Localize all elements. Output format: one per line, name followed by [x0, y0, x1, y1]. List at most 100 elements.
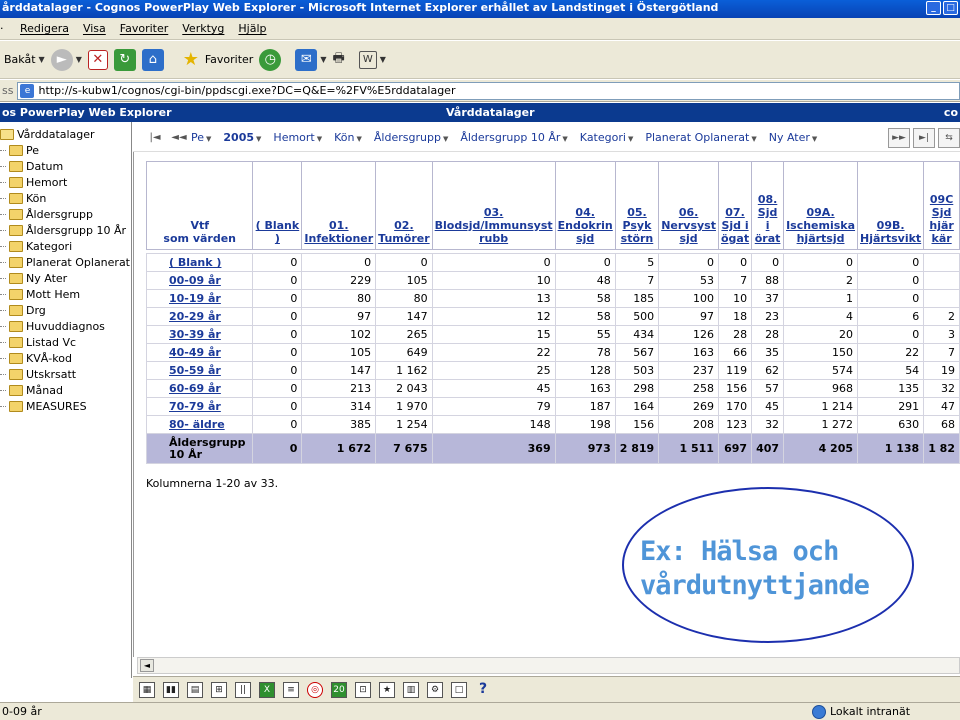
row-header[interactable]: 30-39 år — [146, 325, 254, 344]
dim-year[interactable]: 2005 ▼ — [223, 131, 261, 144]
tree-item[interactable]: Ny Ater — [0, 270, 131, 286]
suppress-icon[interactable]: ▥ — [403, 681, 419, 698]
help-icon[interactable]: ? — [475, 682, 491, 698]
row-header[interactable]: 00-09 år — [146, 271, 254, 290]
back-button[interactable]: Bakåt ▼ — [4, 53, 45, 66]
tree-item[interactable]: Utskrsatt — [0, 366, 131, 382]
column-header-link[interactable]: 07. Sjd i ögat — [721, 206, 749, 245]
column-header-link[interactable]: 02. Tumörer — [378, 219, 429, 245]
column-header-link[interactable]: 06. Nervsyst sjd — [661, 206, 716, 245]
column-header[interactable]: 06. Nervsyst sjd — [658, 161, 719, 250]
top-bottom-icon[interactable]: 20 — [331, 681, 347, 698]
row-header[interactable]: 50-59 år — [146, 361, 254, 380]
row-header[interactable]: 70-79 år — [146, 397, 254, 416]
column-header-link[interactable]: 09C Sjd hjär kär — [929, 193, 953, 245]
column-header-link[interactable]: ( Blank ) — [256, 219, 300, 245]
mail-button[interactable]: ✉ ▼ — [295, 48, 326, 71]
calculation-icon[interactable]: ⊡ — [355, 681, 371, 698]
tree-item[interactable]: Datum — [0, 158, 131, 174]
options-icon[interactable]: ⚙ — [427, 681, 443, 698]
row-header[interactable]: 60-69 år — [146, 379, 254, 398]
maximize-button[interactable]: □ — [943, 1, 958, 15]
row-header[interactable]: 80- äldre — [146, 415, 254, 434]
dim-item[interactable]: Hemort ▼ — [273, 131, 322, 144]
tree-root[interactable]: Vårddatalager — [0, 126, 131, 142]
dim-item[interactable]: Kön ▼ — [334, 131, 362, 144]
menu-visa[interactable]: Visa — [83, 22, 106, 35]
column-header[interactable]: 07. Sjd i ögat — [717, 161, 753, 250]
row-header[interactable]: 10-19 år — [146, 289, 254, 308]
column-header-link[interactable]: 05. Psyk störn — [621, 206, 654, 245]
address-input[interactable]: e http://s-kubw1/cognos/cgi-bin/ppdscgi.… — [17, 81, 960, 100]
dim-item[interactable]: Kategori ▼ — [580, 131, 634, 144]
crosstab-icon[interactable]: ▦ — [139, 681, 155, 698]
edit-button[interactable]: W ▼ — [358, 50, 386, 69]
filter-icon[interactable]: ≡ — [283, 681, 299, 698]
column-header[interactable]: 04. Endokrin sjd — [554, 161, 616, 250]
page-icon[interactable]: □ — [451, 681, 467, 698]
tree-item[interactable]: Listad Vc — [0, 334, 131, 350]
row-header[interactable]: 40-49 år — [146, 343, 254, 362]
column-header[interactable]: 03. Blodsjd/Immunsyst rubb — [431, 161, 556, 250]
column-header[interactable]: 08. Sjd i örat — [751, 161, 785, 250]
column-header[interactable]: 01. Infektioner — [301, 161, 377, 250]
column-header[interactable]: 02. Tumörer — [375, 161, 433, 250]
nest-icon[interactable]: ⊞ — [211, 681, 227, 698]
column-header-link[interactable]: 03. Blodsjd/Immunsyst rubb — [435, 206, 553, 245]
tree-item[interactable]: Mott Hem — [0, 286, 131, 302]
pane-splitter[interactable] — [133, 124, 137, 657]
column-header[interactable]: 09C Sjd hjär kär — [923, 161, 960, 250]
forward-button[interactable]: ► ▼ — [50, 48, 82, 71]
swap-icon[interactable]: ⇆ — [938, 128, 960, 148]
menu-redigera[interactable]: Redigera — [20, 22, 69, 35]
tree-item[interactable]: Drg — [0, 302, 131, 318]
chevron-down-icon[interactable]: ▼ — [380, 55, 386, 64]
dim-item[interactable]: Planerat Oplanerat ▼ — [645, 131, 756, 144]
chevron-down-icon[interactable]: ▼ — [320, 55, 326, 64]
next-page-button[interactable]: ►► — [888, 128, 910, 148]
column-header-link[interactable]: 09B. Hjärtsvikt — [860, 219, 921, 245]
column-header[interactable]: ( Blank ) — [252, 161, 303, 250]
dim-item[interactable]: Ny Ater ▼ — [769, 131, 818, 144]
tree-item[interactable]: Hemort — [0, 174, 131, 190]
column-header-link[interactable]: 08. Sjd i örat — [755, 193, 781, 245]
last-page-button[interactable]: ►| — [913, 128, 935, 148]
menu-verktyg[interactable]: Verktyg — [182, 22, 224, 35]
dim-pe[interactable]: Pe ▼ — [191, 131, 211, 144]
chevron-down-icon[interactable]: ▼ — [39, 55, 45, 64]
tree-item[interactable]: Kategori — [0, 238, 131, 254]
minimize-button[interactable]: _ — [926, 1, 941, 15]
layout-icon[interactable]: ▤ — [187, 681, 203, 698]
column-header-link[interactable]: 01. Infektioner — [304, 219, 373, 245]
dim-item[interactable]: Åldersgrupp 10 År ▼ — [460, 131, 567, 144]
row-header[interactable]: 20-29 år — [146, 307, 254, 326]
tree-item[interactable]: Huvuddiagnos — [0, 318, 131, 334]
print-icon[interactable]: 🖶 — [332, 49, 344, 71]
history-icon[interactable]: ◷ — [259, 48, 282, 71]
dim-item[interactable]: Åldersgrupp ▼ — [374, 131, 448, 144]
scroll-left-icon[interactable]: ◄ — [140, 659, 154, 672]
tree-item[interactable]: KVÅ-kod — [0, 350, 131, 366]
menu-hjalp[interactable]: Hjälp — [238, 22, 266, 35]
tree-item[interactable]: Kön — [0, 190, 131, 206]
prev-page-icon[interactable]: ◄◄ — [167, 132, 191, 143]
favorites-button[interactable]: ★ Favoriter — [180, 49, 254, 71]
horizontal-scrollbar[interactable]: ◄ — [137, 657, 960, 674]
corner-header[interactable]: Vtf som värden — [146, 161, 254, 250]
bar-chart-icon[interactable]: ▮▮ — [163, 681, 179, 698]
chevron-down-icon[interactable]: ▼ — [76, 55, 82, 64]
columns-icon[interactable]: || — [235, 681, 251, 698]
column-header[interactable]: 05. Psyk störn — [614, 161, 660, 250]
first-page-icon[interactable]: |◄ — [143, 132, 167, 143]
tree-item[interactable]: Planerat Oplanerat — [0, 254, 131, 270]
excel-icon[interactable]: X — [259, 681, 275, 698]
column-header[interactable]: 09A. Ischemiska hjärtsjd — [783, 161, 859, 250]
column-header-link[interactable]: 04. Endokrin sjd — [558, 206, 613, 245]
home-icon[interactable]: ⌂ — [141, 48, 164, 71]
tree-item[interactable]: Pe — [0, 142, 131, 158]
bookmark-icon[interactable]: ★ — [379, 681, 395, 698]
column-header[interactable]: 09B. Hjärtsvikt — [857, 161, 925, 250]
refresh-icon[interactable]: ↻ — [113, 48, 136, 71]
row-header[interactable]: ( Blank ) — [146, 253, 254, 272]
tree-item[interactable]: Åldersgrupp 10 År — [0, 222, 131, 238]
